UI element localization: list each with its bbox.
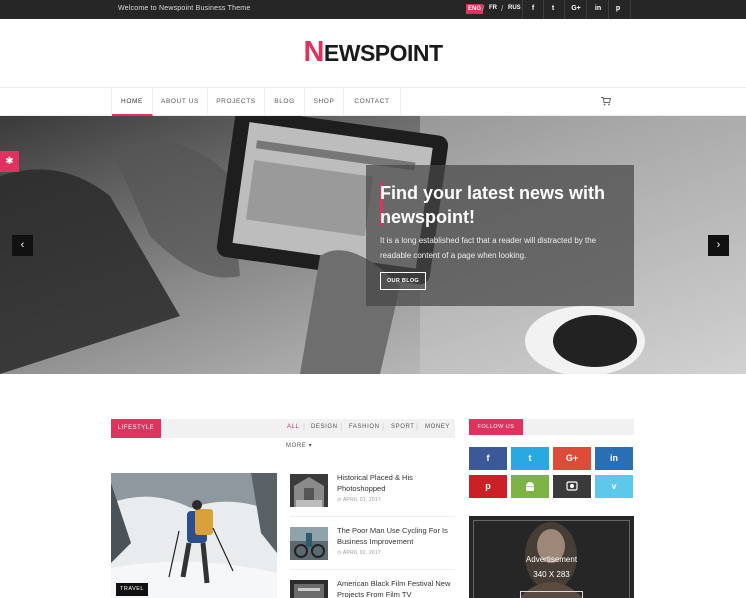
linkedin-button[interactable]: in xyxy=(595,447,633,470)
facebook-button[interactable]: f xyxy=(469,447,507,470)
lang-eng[interactable]: ENG xyxy=(466,4,484,14)
twitter-button[interactable]: t xyxy=(511,447,549,470)
divider xyxy=(543,0,544,19)
section-label: LIFESTYLE xyxy=(111,419,161,438)
filter-separator: | xyxy=(382,422,385,431)
post-date: ◷ APRIL 01, 2017 xyxy=(337,497,381,503)
google-plus-icon[interactable]: G+ xyxy=(570,3,582,15)
post-thumbnail[interactable] xyxy=(290,527,328,560)
logo-text: EWSPOINT xyxy=(323,40,443,66)
feature-image[interactable] xyxy=(111,473,277,598)
lang-separator: / xyxy=(482,4,485,13)
filter-fashion[interactable]: FASHION xyxy=(349,424,380,430)
facebook-icon[interactable]: f xyxy=(527,3,539,15)
logo-initial: N xyxy=(303,36,324,68)
gear-icon: ✱ xyxy=(5,156,14,167)
our-blog-button[interactable]: OUR BLOG xyxy=(380,272,426,290)
post-thumbnail[interactable] xyxy=(290,474,328,507)
welcome-text: Welcome to Newspoint Business Theme xyxy=(118,5,251,12)
post-thumbnail-image xyxy=(290,474,328,507)
hero-caption: Find your latest news with newspoint! It… xyxy=(366,165,634,306)
category-tag[interactable]: TRAVEL xyxy=(116,583,148,596)
google-plus-button[interactable]: G+ xyxy=(553,447,591,470)
pinterest-icon[interactable]: p xyxy=(612,3,624,15)
main-nav: HOME ABOUT US PROJECTS BLOG SHOP CONTACT xyxy=(0,87,746,116)
divider xyxy=(564,0,565,19)
nav-contact[interactable]: CONTACT xyxy=(344,88,401,116)
filter-design[interactable]: DESIGN xyxy=(311,424,338,430)
ad-button[interactable] xyxy=(520,591,583,598)
hero-text: It is a long established fact that a rea… xyxy=(380,236,597,260)
filter-more-dropdown[interactable]: MORE ▾ xyxy=(286,442,312,449)
slider-prev-button[interactable]: ‹ xyxy=(12,235,33,256)
camera-icon xyxy=(566,481,578,491)
feature-photo xyxy=(111,473,277,598)
filter-sport[interactable]: SPORT xyxy=(391,424,415,430)
post-date: ◷ APRIL 02, 2017 xyxy=(337,550,381,556)
follow-us-header: FOLLOW US xyxy=(469,419,634,435)
post-divider xyxy=(290,569,455,570)
hero-title: Find your latest news with newspoint! xyxy=(380,183,606,227)
nav-projects[interactable]: PROJECTS xyxy=(208,88,265,116)
cart-icon[interactable] xyxy=(601,97,611,106)
divider xyxy=(630,0,631,19)
filter-separator: | xyxy=(303,422,306,431)
twitter-icon[interactable]: t xyxy=(547,3,559,15)
filter-separator: | xyxy=(416,422,419,431)
post-thumbnail-image xyxy=(290,580,328,598)
lang-separator: / xyxy=(501,4,504,13)
ad-title: Advertisement xyxy=(525,555,578,564)
top-bar: Welcome to Newspoint Business Theme ENG … xyxy=(0,0,746,19)
filter-money[interactable]: MONEY xyxy=(425,424,450,430)
settings-tab[interactable]: ✱ xyxy=(0,151,19,172)
ad-size: 340 X 283 xyxy=(533,570,570,579)
filter-separator: | xyxy=(340,422,343,431)
post-thumbnail-image xyxy=(290,527,328,560)
filter-all[interactable]: ALL xyxy=(287,424,299,430)
post-divider xyxy=(290,516,455,517)
nav-shop[interactable]: SHOP xyxy=(305,88,344,116)
post-title[interactable]: The Poor Man Use Cycling For Is Business… xyxy=(337,525,457,547)
post-title[interactable]: American Black Film Festival New Project… xyxy=(337,578,457,598)
divider xyxy=(586,0,587,19)
instagram-button[interactable] xyxy=(553,475,591,498)
slider-next-button[interactable]: › xyxy=(708,235,729,256)
follow-us-label: FOLLOW US xyxy=(469,419,523,435)
android-button[interactable] xyxy=(511,475,549,498)
divider xyxy=(608,0,609,19)
post-thumbnail[interactable] xyxy=(290,580,328,598)
linkedin-icon[interactable]: in xyxy=(592,3,604,15)
vimeo-button[interactable]: v xyxy=(595,475,633,498)
lang-rus[interactable]: RUS xyxy=(508,5,521,11)
android-icon xyxy=(526,482,534,491)
lang-fr[interactable]: FR xyxy=(489,5,497,11)
site-logo[interactable]: NEWSPOINT xyxy=(0,36,746,69)
divider xyxy=(522,0,523,19)
post-title[interactable]: Historical Placed & His Photoshopped xyxy=(337,472,457,494)
nav-home[interactable]: HOME xyxy=(112,88,153,116)
nav-about-us[interactable]: ABOUT US xyxy=(153,88,208,116)
pinterest-button[interactable]: p xyxy=(469,475,507,498)
nav-blog[interactable]: BLOG xyxy=(265,88,305,116)
